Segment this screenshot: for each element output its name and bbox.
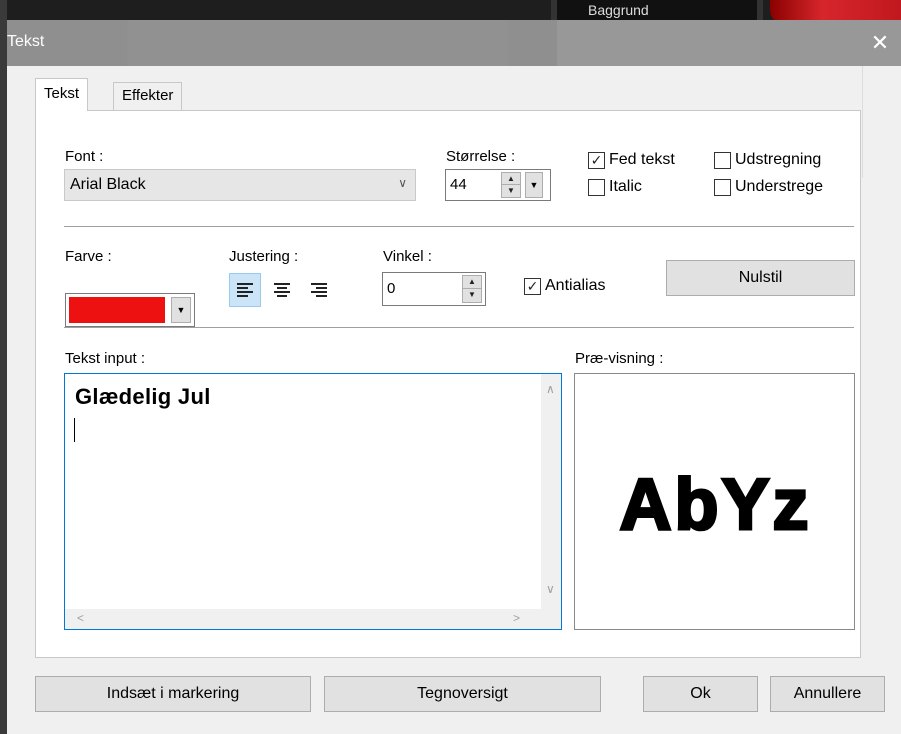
align-right-button[interactable]	[303, 273, 335, 307]
preview-label: Præ-visning :	[575, 350, 664, 367]
color-picker[interactable]: ▼	[65, 293, 195, 327]
arrow-up-icon[interactable]: ▲	[463, 276, 481, 289]
check-icon: ✓	[524, 277, 541, 295]
text-input-label: Tekst input :	[65, 350, 146, 367]
scroll-up-icon[interactable]: ∧	[546, 382, 555, 396]
italic-label: Italic	[609, 178, 642, 195]
chevron-down-icon[interactable]: ▼	[171, 297, 191, 323]
size-value: 44	[450, 176, 467, 193]
insert-in-selection-button[interactable]: Indsæt i markering	[35, 676, 311, 712]
character-map-button[interactable]: Tegnoversigt	[324, 676, 601, 712]
font-label: Font :	[65, 148, 104, 165]
angle-spinner[interactable]: 0 ▲ ▼	[382, 272, 486, 306]
align-center-button[interactable]	[266, 273, 298, 307]
separator	[64, 327, 854, 328]
align-left-icon	[237, 283, 253, 297]
background-layer-label: Baggrund	[588, 2, 649, 18]
arrow-down-icon[interactable]: ▼	[463, 289, 481, 301]
background-layer-thumbnail	[551, 0, 763, 22]
reset-button[interactable]: Nulstil	[666, 260, 855, 296]
checkbox-empty-icon	[588, 178, 605, 196]
preview-box: AbYz	[574, 373, 855, 630]
text-input-value: Glædelig Jul	[75, 384, 211, 409]
scroll-right-icon[interactable]: >	[513, 611, 520, 625]
bold-checkbox[interactable]: ✓ Fed tekst	[588, 151, 675, 169]
scrollbar-corner	[541, 609, 561, 629]
dialog-title: Tekst	[7, 33, 45, 50]
text-caret	[74, 418, 75, 442]
align-right-icon	[311, 283, 327, 297]
font-select-value: Arial Black	[70, 176, 146, 193]
color-label: Farve :	[65, 248, 112, 265]
scroll-down-icon[interactable]: ∨	[546, 582, 555, 596]
align-left-button[interactable]	[229, 273, 261, 307]
bold-label: Fed tekst	[609, 151, 675, 168]
arrow-up-icon[interactable]: ▲	[502, 173, 520, 185]
tab-effekter[interactable]: Effekter	[113, 82, 183, 110]
size-stepper[interactable]: ▲ ▼	[501, 172, 521, 198]
separator	[64, 226, 854, 227]
color-swatch	[69, 297, 165, 323]
scroll-left-icon[interactable]: <	[77, 611, 84, 625]
checkbox-empty-icon	[714, 178, 731, 196]
font-select[interactable]: Arial Black ∨	[64, 169, 416, 201]
titlebar-overlay	[557, 20, 901, 66]
size-dropdown-arrow-icon[interactable]: ▼	[525, 172, 543, 198]
angle-label: Vinkel :	[383, 248, 432, 265]
underline-checkbox[interactable]: Understrege	[714, 178, 823, 196]
alignment-label: Justering :	[229, 248, 299, 265]
strikethrough-label: Udstregning	[735, 151, 822, 168]
dialog-titlebar[interactable]: Tekst ✕	[7, 20, 901, 66]
tab-tekst[interactable]: Tekst	[35, 78, 89, 111]
text-input-area[interactable]: Glædelig Jul ∧ ∨ < >	[64, 373, 562, 630]
align-center-icon	[274, 283, 290, 297]
check-icon: ✓	[588, 151, 605, 169]
horizontal-scrollbar[interactable]: < >	[65, 609, 543, 629]
antialias-label: Antialias	[545, 277, 606, 294]
ok-button[interactable]: Ok	[643, 676, 758, 712]
angle-value: 0	[387, 280, 396, 297]
text-dialog: Tekst ✕ Tekst Effekter Font : Arial Blac…	[7, 20, 901, 734]
checkbox-empty-icon	[714, 151, 731, 169]
angle-stepper[interactable]: ▲ ▼	[462, 275, 482, 303]
background-left-edge	[0, 0, 7, 734]
cancel-button[interactable]: Annullere	[770, 676, 885, 712]
preview-sample-text: AbYz	[618, 464, 812, 547]
background-app-strip	[0, 0, 901, 20]
close-icon[interactable]: ✕	[865, 27, 895, 59]
underline-label: Understrege	[735, 178, 824, 195]
strikethrough-checkbox[interactable]: Udstregning	[714, 151, 821, 169]
size-spinner[interactable]: 44 ▲ ▼ ▼	[445, 169, 551, 201]
size-label: Størrelse :	[446, 148, 516, 165]
vertical-scrollbar[interactable]: ∧ ∨	[541, 374, 561, 610]
italic-checkbox[interactable]: Italic	[588, 178, 642, 196]
chevron-down-icon: ∨	[398, 176, 407, 190]
antialias-checkbox[interactable]: ✓ Antialias	[524, 277, 605, 295]
arrow-down-icon[interactable]: ▼	[502, 185, 520, 197]
